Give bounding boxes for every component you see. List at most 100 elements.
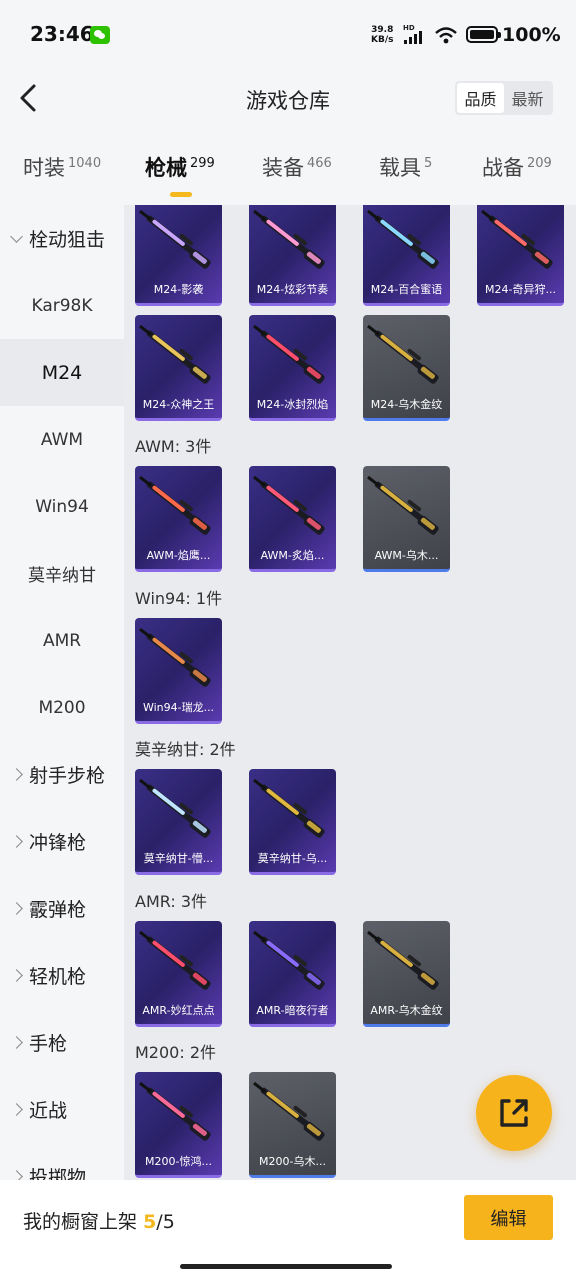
home-indicator[interactable] [180, 1264, 392, 1269]
edit-button[interactable]: 编辑 [464, 1195, 553, 1240]
sidebar-group-item[interactable]: 冲锋枪 [0, 808, 124, 875]
sidebar-group-item[interactable]: 栓动狙击 [0, 205, 124, 272]
battery-percentage: 100% [502, 24, 561, 46]
skin-card[interactable]: M24-影袭 [135, 205, 222, 306]
sidebar-group-item[interactable]: 近战 [0, 1076, 124, 1143]
skin-card-name: Win94-瑞龙... [142, 701, 215, 714]
skin-card[interactable]: AWM-乌木... [363, 466, 450, 572]
sort-by-latest-button[interactable]: 最新 [504, 83, 551, 113]
showcase-total-count: /5 [156, 1211, 175, 1233]
sidebar-item-label: M200 [38, 697, 86, 718]
share-button[interactable] [476, 1075, 552, 1151]
rifle-icon [367, 930, 439, 990]
rifle-icon [253, 778, 325, 838]
chevron-right-icon [10, 1103, 23, 1116]
tab-supplies[interactable]: 战备 209 [482, 152, 552, 182]
skin-card[interactable]: AMR-乌木金纹 [363, 921, 450, 1027]
skin-card[interactable]: M24-乌木金纹 [363, 315, 450, 421]
section-title: AWM: 3件 [135, 437, 212, 456]
bottom-bar: 我的橱窗上架 5/5 编辑 [0, 1180, 576, 1280]
sidebar-sub-item[interactable]: Kar98K [0, 272, 124, 339]
skin-card[interactable]: AMR-妙红点点 [135, 921, 222, 1027]
chevron-right-icon [10, 902, 23, 915]
tab-firearms[interactable]: 枪械 299 [145, 152, 215, 182]
skin-card-name: 莫辛纳甘-懵... [143, 852, 214, 865]
tab-vehicles[interactable]: 载具 5 [379, 152, 432, 182]
skin-card[interactable]: Win94-瑞龙... [135, 618, 222, 724]
section-title: Win94: 1件 [135, 589, 223, 608]
sidebar-item-label: 轻机枪 [29, 966, 87, 988]
rifle-icon [139, 209, 211, 269]
rifle-icon [139, 930, 211, 990]
skin-card-name: AMR-妙红点点 [142, 1004, 215, 1017]
rifle-icon [139, 627, 211, 687]
rifle-icon [139, 778, 211, 838]
rifle-icon [253, 1081, 325, 1141]
skin-card[interactable]: M200-乌木... [249, 1072, 336, 1178]
sidebar-item-label: Kar98K [31, 295, 93, 316]
skin-card[interactable]: M24-奇异狩... [477, 205, 564, 306]
skin-card-name: M24-影袭 [153, 283, 204, 296]
skin-grid: M24-影袭 M24-炫彩节奏 M24-百合蜜语 M24-奇异狩... M24-众神之王… [124, 205, 576, 1180]
rifle-icon [253, 475, 325, 535]
skin-card[interactable]: AWM-炙焰... [249, 466, 336, 572]
tab-outfits[interactable]: 时装 1040 [23, 152, 101, 182]
sidebar-group-item[interactable]: 手枪 [0, 1009, 124, 1076]
sidebar-item-label: 霰弹枪 [29, 899, 87, 921]
sidebar-item-label: AWM [40, 429, 84, 450]
sidebar-item-label: AMR [42, 630, 82, 651]
chevron-right-icon [10, 969, 23, 982]
sidebar-sub-item[interactable]: 莫辛纳甘 [0, 540, 124, 607]
battery-icon [466, 26, 501, 43]
sidebar-group-item[interactable]: 投掷物 [0, 1143, 124, 1180]
section-title: AMR: 3件 [135, 892, 208, 911]
skin-card[interactable]: 莫辛纳甘-懵... [135, 769, 222, 875]
cellular-signal-icon [404, 30, 428, 44]
chevron-right-icon [10, 768, 23, 781]
sidebar-item-label: Win94 [35, 496, 89, 517]
rifle-icon [253, 324, 325, 384]
network-speed: 39.8 KB/s [371, 25, 394, 45]
skin-card-name: M200-乌木... [259, 1155, 326, 1168]
rifle-icon [139, 324, 211, 384]
skin-card-name: AWM-乌木... [374, 549, 439, 562]
chevron-down-icon [10, 229, 23, 243]
skin-card[interactable]: M24-众神之王 [135, 315, 222, 421]
rifle-icon [367, 475, 439, 535]
category-tabs: 时装 1040 枪械 299 装备 466 载具 5 战备 209 [0, 140, 576, 200]
sidebar-sub-item[interactable]: AMR [0, 607, 124, 674]
skin-card[interactable]: M24-百合蜜语 [363, 205, 450, 306]
rifle-icon [139, 475, 211, 535]
sidebar-sub-item[interactable]: Win94 [0, 473, 124, 540]
skin-card[interactable]: M200-惊鸿... [135, 1072, 222, 1178]
sort-by-quality-button[interactable]: 品质 [457, 83, 504, 113]
sidebar-item-label: 栓动狙击 [29, 229, 106, 251]
sort-toggle: 品质 最新 [455, 81, 553, 115]
sidebar-sub-item[interactable]: M200 [0, 674, 124, 741]
sidebar-item-label: 射手步枪 [29, 765, 106, 787]
skin-card[interactable]: AMR-暗夜行者 [249, 921, 336, 1027]
chevron-right-icon [10, 1170, 23, 1180]
rifle-icon [139, 1081, 211, 1141]
skin-card-name: AMR-乌木金纹 [370, 1004, 443, 1017]
weapon-type-sidebar: 栓动狙击 Kar98K M24 AWM Win94 莫辛纳甘 AMR M200 射手步枪冲锋枪霰… [0, 205, 124, 1180]
sidebar-group-item[interactable]: 轻机枪 [0, 942, 124, 1009]
warehouse-screen: 23:46 39.8 KB/s HD 100% 游戏仓库 品质 最新 时装 104… [0, 0, 576, 1280]
skin-card[interactable]: M24-冰封烈焰 [249, 315, 336, 421]
status-bar: 23:46 39.8 KB/s HD 100% [0, 0, 576, 70]
sidebar-item-label: 手枪 [29, 1033, 68, 1055]
sidebar-group-item[interactable]: 霰弹枪 [0, 875, 124, 942]
sidebar-sub-item[interactable]: AWM [0, 406, 124, 473]
sidebar-item-label: M24 [41, 361, 83, 384]
rifle-icon [253, 209, 325, 269]
skin-card[interactable]: AWM-焰鹰... [135, 466, 222, 572]
showcase-status: 我的橱窗上架 5/5 [23, 1211, 175, 1233]
sidebar-group-item[interactable]: 射手步枪 [0, 741, 124, 808]
skin-card[interactable]: M24-炫彩节奏 [249, 205, 336, 306]
skin-card-name: M24-奇异狩... [485, 283, 556, 296]
wechat-notification-icon [90, 26, 110, 44]
tab-equipment[interactable]: 装备 466 [262, 152, 332, 182]
sidebar-sub-item[interactable]: M24 [0, 339, 124, 406]
skin-card[interactable]: 莫辛纳甘-乌... [249, 769, 336, 875]
sidebar-item-label: 近战 [29, 1100, 68, 1122]
